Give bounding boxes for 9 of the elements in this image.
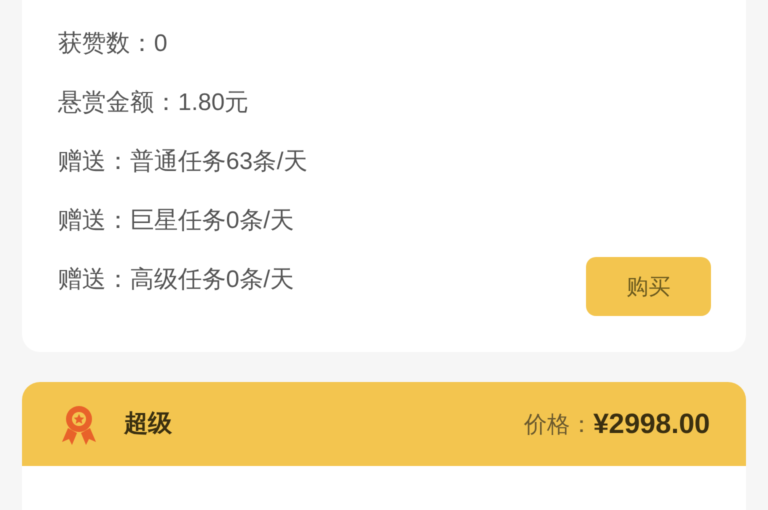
info-text: 赠送：普通任务63条/天 xyxy=(58,148,308,176)
plan-title: 超级 xyxy=(124,409,172,439)
info-text: 赠送：高级任务0条/天 xyxy=(58,266,294,294)
buy-button[interactable]: 购买 xyxy=(586,257,711,316)
info-text: 赠送：巨星任务0条/天 xyxy=(58,207,294,235)
price-value: ¥2998.00 xyxy=(593,407,710,441)
price-label: 价格： xyxy=(524,410,594,439)
info-text: 获赞数：0 xyxy=(58,30,168,58)
info-text: 悬赏金额：1.80元 xyxy=(58,89,249,117)
